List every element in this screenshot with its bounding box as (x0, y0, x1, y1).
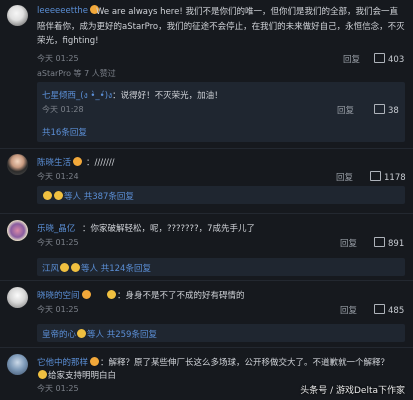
comment-time: 今天 01:25 (37, 54, 79, 63)
avatar[interactable] (7, 354, 28, 375)
emoji-icon (71, 263, 81, 272)
comment-text: ：/////// (86, 158, 115, 168)
thumb-up-icon (374, 104, 385, 114)
emoji-icon (60, 263, 70, 272)
comment-time: 今天 01:25 (37, 238, 79, 247)
divider (0, 280, 413, 281)
comment-item: 陈晓生活 ：/////// 今天 01:24 回复 1178 等人 共387条回… (0, 150, 413, 216)
like-button[interactable]: 1178 (370, 171, 406, 183)
comment-time: 今天 01:25 (37, 384, 79, 393)
comment-username[interactable]: leeeeeetthe (37, 5, 100, 16)
comment-text: ：解释？原了某些伸厂长这么多场球，公开移做交大了。不道歉就一个解释？ (100, 358, 390, 368)
avatar[interactable] (7, 154, 28, 175)
comment-username[interactable]: 晓晓的空间 (37, 289, 91, 301)
comment-text-line: We are always here! 我们不是你们的唯一，但你们是我们的全部，… (96, 7, 398, 17)
more-replies-link[interactable]: 江风 等人 共124条回复 (42, 262, 151, 274)
reply-preview-box: 七星倾西_(ง •̀_•́)ง：说得好！不灭荣光，加油！ 今天 01:28 回复… (37, 82, 405, 142)
comment-text-line: 荣光，fighting! (37, 36, 99, 46)
comment-text-line: 给家支持明明白白 (37, 369, 116, 381)
comment-item: leeeeeetthe We are always here! 我们不是你们的唯… (0, 0, 413, 142)
reply-button[interactable]: 回复 (340, 237, 357, 249)
comment-item: 晓晓的空间 ：身身不是不了不成的好有碍情的 今天 01:25 回复 485 皇帝… (0, 283, 413, 347)
like-button[interactable]: 891 (374, 237, 404, 249)
avatar[interactable] (7, 220, 28, 241)
vip-badge-icon (90, 357, 100, 366)
divider (0, 148, 413, 149)
comment-username[interactable]: 它他中的那样 (37, 356, 100, 368)
divider (0, 213, 413, 214)
thumb-up-icon (374, 53, 385, 63)
avatar[interactable] (7, 5, 28, 26)
thumb-up-icon (370, 171, 381, 181)
comment-username[interactable]: 乐晓_晶亿 (37, 222, 75, 234)
reply-line[interactable]: 七星倾西_(ง •̀_•́)ง：说得好！不灭荣光，加油！ (42, 88, 223, 102)
comment-text-line: 陪伴着你，成为更好的aStarPro，我们的征途不会停止，在我们的未来做好自己，… (37, 22, 405, 32)
watermark: 头条号 / 游戏Delta下作家 (300, 386, 405, 396)
emoji-icon (77, 329, 87, 338)
comment-time: 今天 01:25 (37, 305, 79, 314)
thumb-up-icon (374, 237, 385, 247)
like-button[interactable]: 38 (374, 104, 399, 116)
reply-button[interactable]: 回复 (337, 104, 354, 116)
reply-button[interactable]: 回复 (340, 304, 357, 316)
emoji-icon (54, 191, 63, 200)
comments-page: leeeeeetthe We are always here! 我们不是你们的唯… (0, 0, 413, 400)
comment-text: ：你家破解轻松，呢，???????，7成先手儿了 (82, 224, 255, 234)
reply-button[interactable]: 回复 (343, 53, 360, 65)
like-button[interactable]: 485 (374, 304, 404, 316)
emoji-icon (107, 290, 116, 299)
thumb-up-icon (374, 304, 385, 314)
avatar[interactable] (7, 287, 28, 308)
reply-text: ：说得好！不灭荣光，加油！ (112, 91, 223, 101)
reply-button[interactable]: 回复 (336, 171, 353, 183)
reply-time: 今天 01:28 (42, 105, 84, 114)
comment-time: 今天 01:24 (37, 172, 79, 181)
divider (0, 347, 413, 348)
reply-preview-box[interactable]: 江风 等人 共124条回复 (37, 258, 405, 276)
vip-badge-icon (81, 290, 91, 299)
comment-liked-by: aStarPro 等 7 人赞过 (37, 69, 116, 78)
comment-text: ：身身不是不了不成的好有碍情的 (106, 289, 245, 301)
like-button[interactable]: 403 (374, 53, 404, 65)
reply-preview-box[interactable]: 等人 共387条回复 (37, 186, 405, 204)
vip-badge-icon (73, 157, 83, 166)
reply-preview-box[interactable]: 皇帝的心 等人 共259条回复 (37, 324, 405, 342)
reply-username[interactable]: 七星倾西_(ง •̀_•́)ง (42, 91, 112, 101)
more-replies-link[interactable]: 皇帝的心 等人 共259条回复 (42, 328, 157, 340)
emoji-icon (43, 191, 52, 200)
comment-item: 乐晓_晶亿 ：你家破解轻松，呢，???????，7成先手儿了 今天 01:25 … (0, 216, 413, 280)
more-replies-link[interactable]: 等人 共387条回复 (42, 190, 134, 202)
emoji-icon (38, 370, 47, 379)
more-replies-link[interactable]: 共16条回复 (42, 126, 87, 138)
comment-username[interactable]: 陈晓生活 (37, 156, 83, 168)
